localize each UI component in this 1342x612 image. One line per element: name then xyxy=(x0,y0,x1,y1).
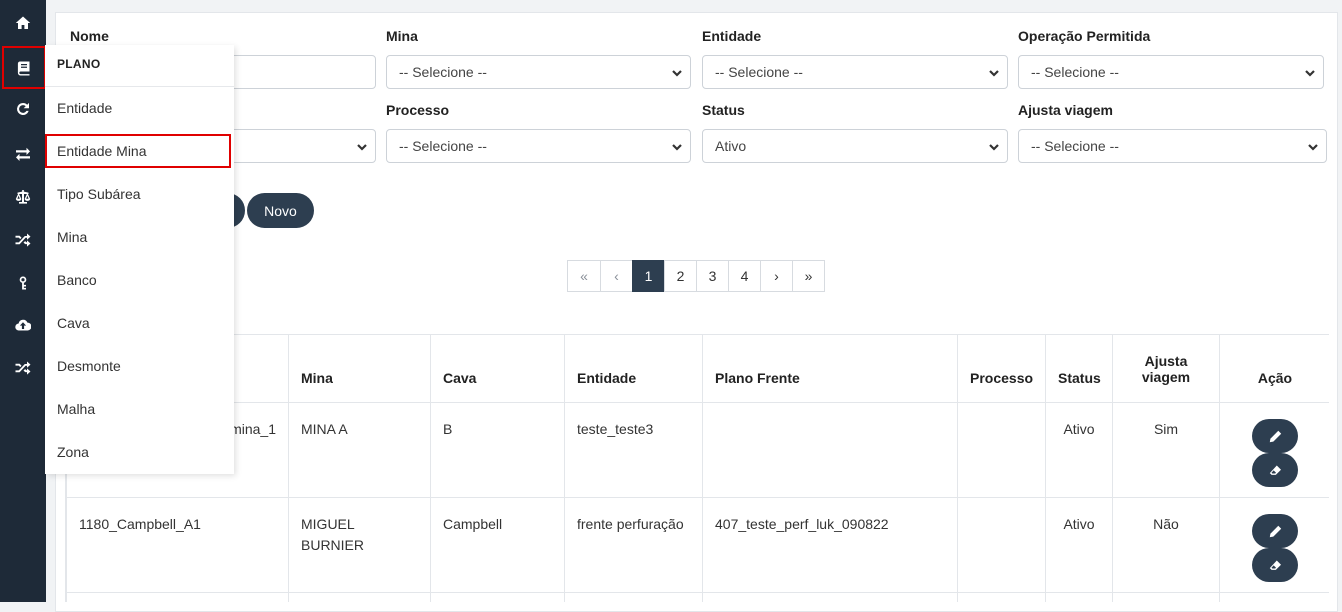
cell-entidade: frente perfuração xyxy=(564,497,703,593)
header-entidade[interactable]: Entidade xyxy=(564,334,703,403)
chevron-down-icon xyxy=(1307,140,1319,152)
menu-item-tipo-subarea[interactable]: Tipo Subárea xyxy=(45,177,234,211)
operacao-label: Operação Permitida xyxy=(1018,28,1151,44)
shuffle-icon[interactable] xyxy=(0,348,46,388)
processo-select[interactable]: -- Selecione -- xyxy=(386,129,691,163)
pagination-page-2[interactable]: 2 xyxy=(664,260,697,292)
entidade-select[interactable]: -- Selecione -- xyxy=(702,55,1008,89)
pagination-first[interactable]: « xyxy=(567,260,601,292)
header-processo[interactable]: Processo xyxy=(957,334,1046,403)
cell-status: Ativo xyxy=(1045,402,1113,498)
shuffle-icon[interactable] xyxy=(0,220,46,260)
pagination-page-1[interactable]: 1 xyxy=(632,260,665,292)
processo-select-value: -- Selecione -- xyxy=(399,138,487,154)
header-cava[interactable]: Cava xyxy=(430,334,565,403)
table-row: mina_1 MINA A B teste_teste3 Ativo Sim xyxy=(66,402,1329,498)
menu-item-mina[interactable]: Mina xyxy=(45,220,234,254)
book-icon[interactable] xyxy=(2,46,46,89)
pencil-icon xyxy=(1269,525,1282,538)
menu-item-entidade[interactable]: Entidade xyxy=(45,91,234,125)
status-select-value: Ativo xyxy=(715,138,747,154)
menu-item-malha[interactable]: Malha xyxy=(45,392,234,426)
operacao-select[interactable]: -- Selecione -- xyxy=(1018,55,1324,89)
flyout-title: PLANO xyxy=(57,57,101,71)
processo-label: Processo xyxy=(386,102,450,118)
novo-button[interactable]: Novo xyxy=(247,193,314,228)
key-icon[interactable] xyxy=(0,263,46,303)
operacao-select-value: -- Selecione -- xyxy=(1031,64,1119,80)
chevron-down-icon xyxy=(671,66,683,78)
cell-cava: Campbell xyxy=(430,497,565,593)
menu-item-banco[interactable]: Banco xyxy=(45,263,234,297)
header-plano-frente[interactable]: Plano Frente xyxy=(702,334,958,403)
pagination-page-3[interactable]: 3 xyxy=(696,260,729,292)
mina-select-value: -- Selecione -- xyxy=(399,64,487,80)
header-acao: Ação xyxy=(1219,334,1329,403)
cell-ajusta-viagem: Sim xyxy=(1112,402,1220,498)
pagination: « ‹ 1 2 3 4 › » xyxy=(567,260,825,292)
cell-nome: 1180_Campbell_A1 xyxy=(66,497,289,593)
pagination-prev[interactable]: ‹ xyxy=(600,260,633,292)
entidade-label: Entidade xyxy=(702,28,762,44)
chevron-down-icon xyxy=(671,140,683,152)
chevron-down-icon xyxy=(356,140,368,152)
chevron-down-icon xyxy=(1304,66,1316,78)
mina-label: Mina xyxy=(386,28,418,44)
sidebar-rail xyxy=(0,0,46,602)
plano-flyout-menu: PLANO Entidade Entidade Mina Tipo Subáre… xyxy=(45,45,234,474)
status-label: Status xyxy=(702,102,745,118)
cell-entidade: teste_teste3 xyxy=(564,402,703,498)
chevron-down-icon xyxy=(988,140,1000,152)
cell-acao xyxy=(1219,497,1329,593)
header-status[interactable]: Status xyxy=(1045,334,1113,403)
ajusta-viagem-label: Ajusta viagem xyxy=(1018,102,1113,118)
menu-item-cava[interactable]: Cava xyxy=(45,306,234,340)
cell-status: Ativo xyxy=(1045,497,1113,593)
cell-plano-frente: 407_teste_perf_luk_090822 xyxy=(702,497,958,593)
menu-item-zona[interactable]: Zona xyxy=(45,435,234,469)
pencil-icon xyxy=(1269,430,1282,443)
menu-item-desmonte[interactable]: Desmonte xyxy=(45,349,234,383)
delete-button[interactable] xyxy=(1252,453,1298,487)
entidade-select-value: -- Selecione -- xyxy=(715,64,803,80)
cell-ajusta-viagem: Não xyxy=(1112,497,1220,593)
mina-select[interactable]: -- Selecione -- xyxy=(386,55,691,89)
cell-processo xyxy=(957,402,1046,498)
results-table: Mina Cava Entidade Plano Frente Processo… xyxy=(66,334,1329,602)
edit-button[interactable] xyxy=(1252,514,1298,548)
home-icon[interactable] xyxy=(0,3,46,43)
flyout-divider xyxy=(45,86,234,87)
pagination-page-4[interactable]: 4 xyxy=(728,260,761,292)
sync-icon[interactable] xyxy=(0,89,46,129)
cell-acao xyxy=(1219,402,1329,498)
table-row xyxy=(66,592,1329,602)
pagination-last[interactable]: » xyxy=(792,260,825,292)
ajusta-viagem-select[interactable]: -- Selecione -- xyxy=(1018,129,1327,163)
results-table-wrap: Mina Cava Entidade Plano Frente Processo… xyxy=(65,334,1329,602)
delete-button[interactable] xyxy=(1252,548,1298,582)
table-row: 1180_Campbell_A1 MIGUEL BURNIER Campbell… xyxy=(66,497,1329,593)
nome-label: Nome xyxy=(70,28,109,44)
status-select[interactable]: Ativo xyxy=(702,129,1008,163)
balance-icon[interactable] xyxy=(0,177,46,217)
ajusta-viagem-select-value: -- Selecione -- xyxy=(1031,138,1119,154)
table-header-row: Mina Cava Entidade Plano Frente Processo… xyxy=(66,334,1329,403)
cell-cava: B xyxy=(430,402,565,498)
transfer-icon[interactable] xyxy=(0,134,46,174)
header-ajusta-viagem[interactable]: Ajusta viagem xyxy=(1112,334,1220,403)
cell-mina: MIGUEL BURNIER xyxy=(288,497,431,593)
eraser-icon xyxy=(1269,560,1281,570)
cloud-upload-icon[interactable] xyxy=(0,305,46,345)
cell-plano-frente xyxy=(702,402,958,498)
edit-button[interactable] xyxy=(1252,419,1298,453)
cell-mina: MINA A xyxy=(288,402,431,498)
header-mina[interactable]: Mina xyxy=(288,334,431,403)
menu-item-entidade-mina[interactable]: Entidade Mina xyxy=(45,134,231,168)
eraser-icon xyxy=(1269,465,1281,475)
chevron-down-icon xyxy=(988,66,1000,78)
cell-processo xyxy=(957,497,1046,593)
pagination-next[interactable]: › xyxy=(760,260,793,292)
